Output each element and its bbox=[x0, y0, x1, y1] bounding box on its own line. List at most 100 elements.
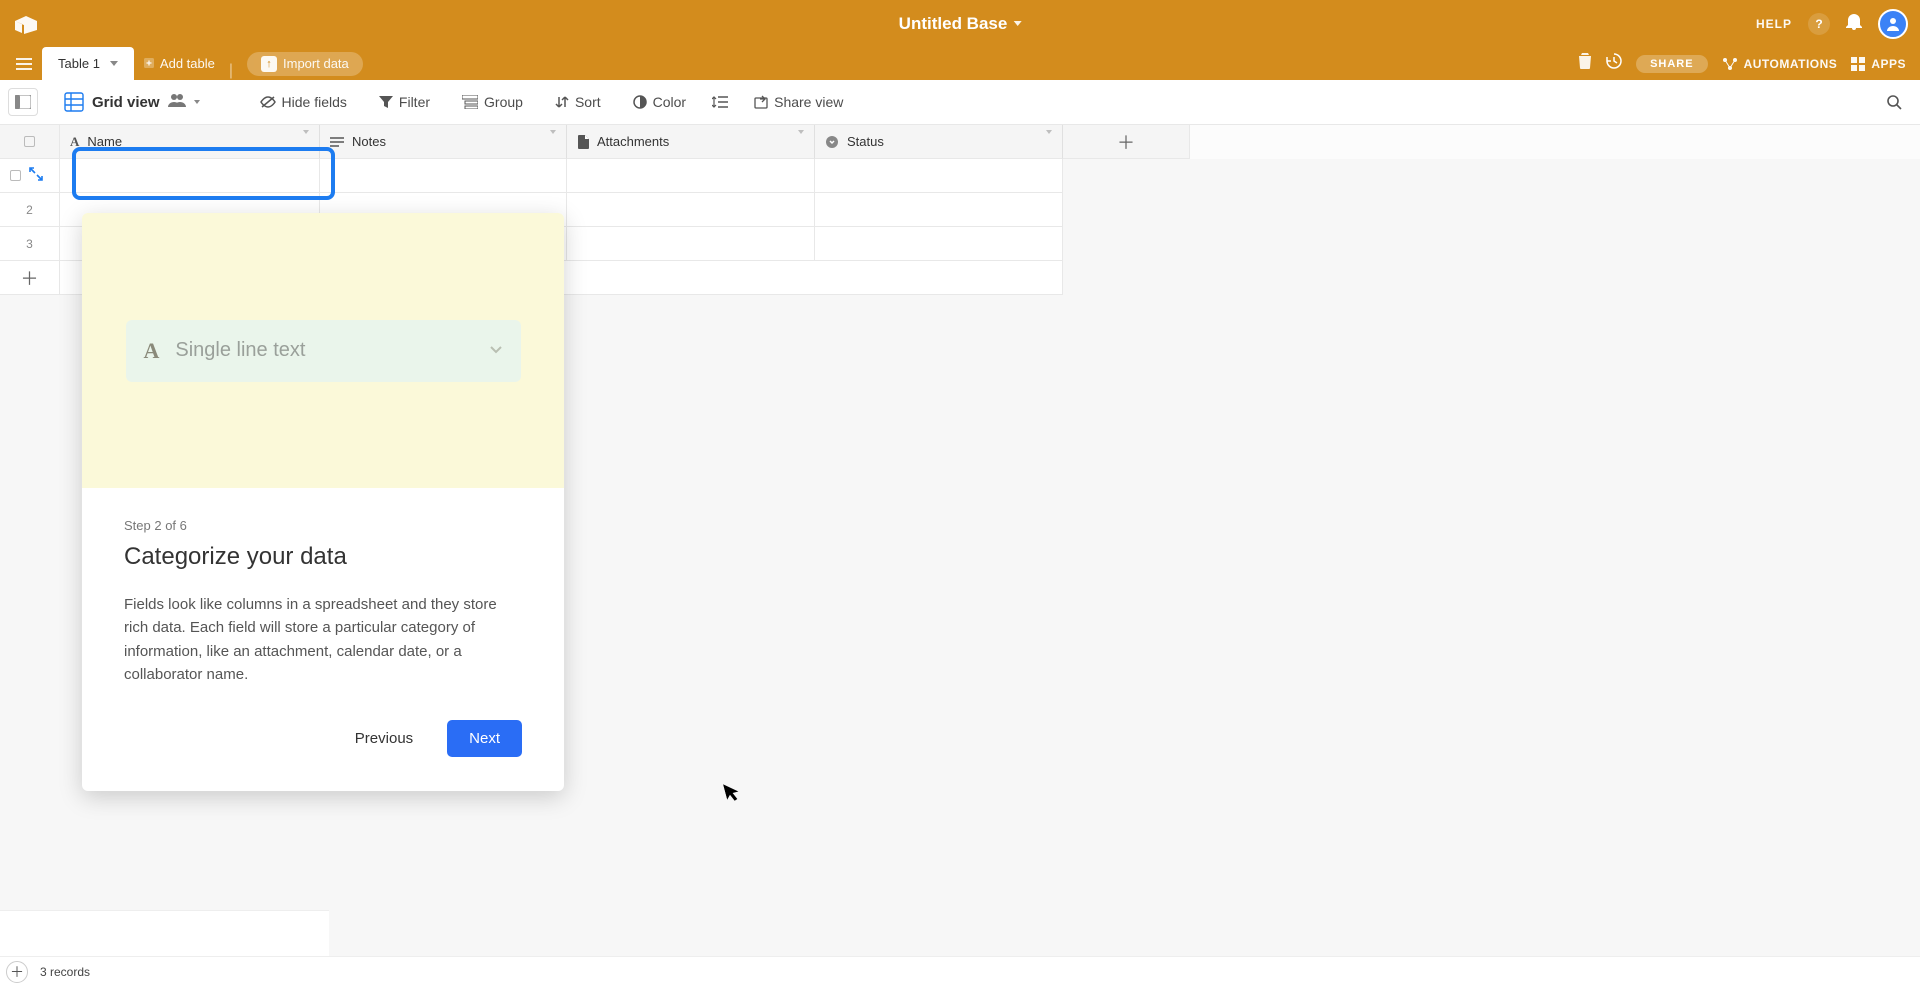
notifications-bell-icon[interactable] bbox=[1846, 12, 1862, 35]
select-all-header[interactable] bbox=[0, 125, 60, 159]
apps-icon bbox=[1851, 57, 1865, 71]
automations-label: AUTOMATIONS bbox=[1744, 57, 1838, 71]
cell[interactable] bbox=[567, 159, 815, 193]
column-name-label: Status bbox=[847, 134, 884, 149]
apps-label: APPS bbox=[1871, 57, 1906, 71]
filter-icon bbox=[379, 95, 393, 109]
next-button[interactable]: Next bbox=[447, 720, 522, 757]
view-toolbar: Grid view Hide fields Filter Group Sort … bbox=[0, 80, 1920, 125]
tables-tab-bar: Table 1 Add table | ↑ Import data SHARE … bbox=[0, 47, 1920, 80]
previous-button[interactable]: Previous bbox=[339, 720, 429, 757]
sidebar-toggle-button[interactable] bbox=[8, 88, 38, 116]
cell[interactable] bbox=[567, 227, 815, 261]
chevron-down-icon bbox=[489, 342, 503, 360]
search-icon bbox=[1886, 94, 1902, 110]
help-question-icon[interactable]: ? bbox=[1808, 13, 1830, 35]
column-header-row: A Name Notes Attachments Status ＋ bbox=[0, 125, 1920, 159]
color-icon bbox=[633, 95, 647, 109]
view-caret-icon[interactable] bbox=[194, 100, 200, 104]
cell[interactable] bbox=[320, 159, 567, 193]
import-data-button[interactable]: ↑ Import data bbox=[237, 47, 373, 80]
column-name-label: Attachments bbox=[597, 134, 669, 149]
column-header-name[interactable]: A Name bbox=[60, 125, 320, 159]
sort-icon bbox=[555, 95, 569, 109]
search-button[interactable] bbox=[1876, 94, 1912, 110]
row-checkbox[interactable] bbox=[10, 170, 21, 181]
cell[interactable] bbox=[60, 159, 320, 193]
grid-view-icon bbox=[64, 92, 84, 112]
trash-icon[interactable] bbox=[1578, 53, 1592, 74]
view-name: Grid view bbox=[92, 94, 160, 111]
column-menu-caret-icon[interactable] bbox=[550, 134, 556, 149]
history-icon[interactable] bbox=[1606, 53, 1622, 74]
sort-button[interactable]: Sort bbox=[541, 80, 615, 125]
hide-fields-label: Hide fields bbox=[282, 94, 347, 110]
group-button[interactable]: Group bbox=[448, 80, 537, 125]
collaborators-icon[interactable] bbox=[168, 93, 186, 111]
plus-icon bbox=[144, 56, 154, 71]
status-bar: ＋ 3 records bbox=[0, 956, 1920, 986]
group-label: Group bbox=[484, 94, 523, 110]
column-name-label: Notes bbox=[352, 134, 386, 149]
add-table-label: Add table bbox=[160, 56, 215, 71]
table-tab-active[interactable]: Table 1 bbox=[42, 47, 134, 80]
filter-label: Filter bbox=[399, 94, 430, 110]
user-avatar[interactable] bbox=[1878, 9, 1908, 39]
column-menu-caret-icon[interactable] bbox=[798, 134, 804, 149]
help-button[interactable]: HELP bbox=[1756, 17, 1792, 31]
illustration-field-type-label: Single line text bbox=[175, 339, 305, 362]
share-button[interactable]: SHARE bbox=[1636, 55, 1708, 73]
add-table-button[interactable]: Add table bbox=[134, 47, 225, 80]
expand-record-icon[interactable] bbox=[29, 167, 43, 184]
status-spacer bbox=[0, 910, 329, 956]
row-number-cell[interactable] bbox=[0, 159, 60, 193]
row-height-button[interactable] bbox=[704, 80, 736, 125]
add-record-circle-button[interactable]: ＋ bbox=[6, 961, 28, 983]
select-all-checkbox[interactable] bbox=[24, 136, 35, 147]
popover-title: Categorize your data bbox=[124, 543, 522, 571]
column-header-attachments[interactable]: Attachments bbox=[567, 125, 815, 159]
cell[interactable] bbox=[815, 227, 1063, 261]
import-data-label: Import data bbox=[283, 56, 349, 71]
table-tab-caret-icon[interactable] bbox=[110, 61, 118, 66]
text-field-icon: A bbox=[144, 338, 160, 364]
row-number-cell[interactable]: 3 bbox=[0, 227, 60, 261]
group-icon bbox=[462, 95, 478, 109]
sort-label: Sort bbox=[575, 94, 601, 110]
row-height-icon bbox=[712, 95, 728, 109]
base-title[interactable]: Untitled Base bbox=[899, 14, 1008, 34]
text-field-icon: A bbox=[70, 134, 79, 150]
popover-illustration: A Single line text bbox=[82, 213, 564, 488]
view-selector[interactable]: Grid view bbox=[56, 92, 208, 112]
cell[interactable] bbox=[567, 193, 815, 227]
top-header: Untitled Base HELP ? bbox=[0, 0, 1920, 47]
app-logo-icon[interactable] bbox=[12, 10, 40, 38]
column-name-label: Name bbox=[87, 134, 122, 149]
base-menu-caret-icon[interactable] bbox=[1013, 21, 1021, 26]
hamburger-menu-button[interactable] bbox=[6, 47, 42, 80]
filter-button[interactable]: Filter bbox=[365, 80, 444, 125]
hide-fields-button[interactable]: Hide fields bbox=[246, 80, 361, 125]
share-view-button[interactable]: Share view bbox=[740, 80, 857, 125]
popover-description: Fields look like columns in a spreadshee… bbox=[124, 593, 522, 686]
cell[interactable] bbox=[815, 159, 1063, 193]
apps-button[interactable]: APPS bbox=[1851, 57, 1906, 71]
column-header-notes[interactable]: Notes bbox=[320, 125, 567, 159]
automations-button[interactable]: AUTOMATIONS bbox=[1722, 57, 1838, 71]
color-label: Color bbox=[653, 94, 686, 110]
record-count-label: 3 records bbox=[40, 965, 90, 979]
column-header-status[interactable]: Status bbox=[815, 125, 1063, 159]
column-menu-caret-icon[interactable] bbox=[303, 134, 309, 149]
add-row-button[interactable]: ＋ bbox=[0, 261, 60, 295]
row-number-cell[interactable]: 2 bbox=[0, 193, 60, 227]
onboarding-popover: A Single line text Step 2 of 6 Categoriz… bbox=[82, 213, 564, 791]
column-menu-caret-icon[interactable] bbox=[1046, 134, 1052, 149]
color-button[interactable]: Color bbox=[619, 80, 700, 125]
attachment-file-icon bbox=[577, 135, 589, 149]
hide-fields-icon bbox=[260, 96, 276, 108]
step-indicator: Step 2 of 6 bbox=[124, 518, 522, 533]
add-column-button[interactable]: ＋ bbox=[1063, 125, 1190, 159]
cell[interactable] bbox=[815, 193, 1063, 227]
share-view-label: Share view bbox=[774, 94, 843, 110]
share-view-icon bbox=[754, 95, 768, 109]
